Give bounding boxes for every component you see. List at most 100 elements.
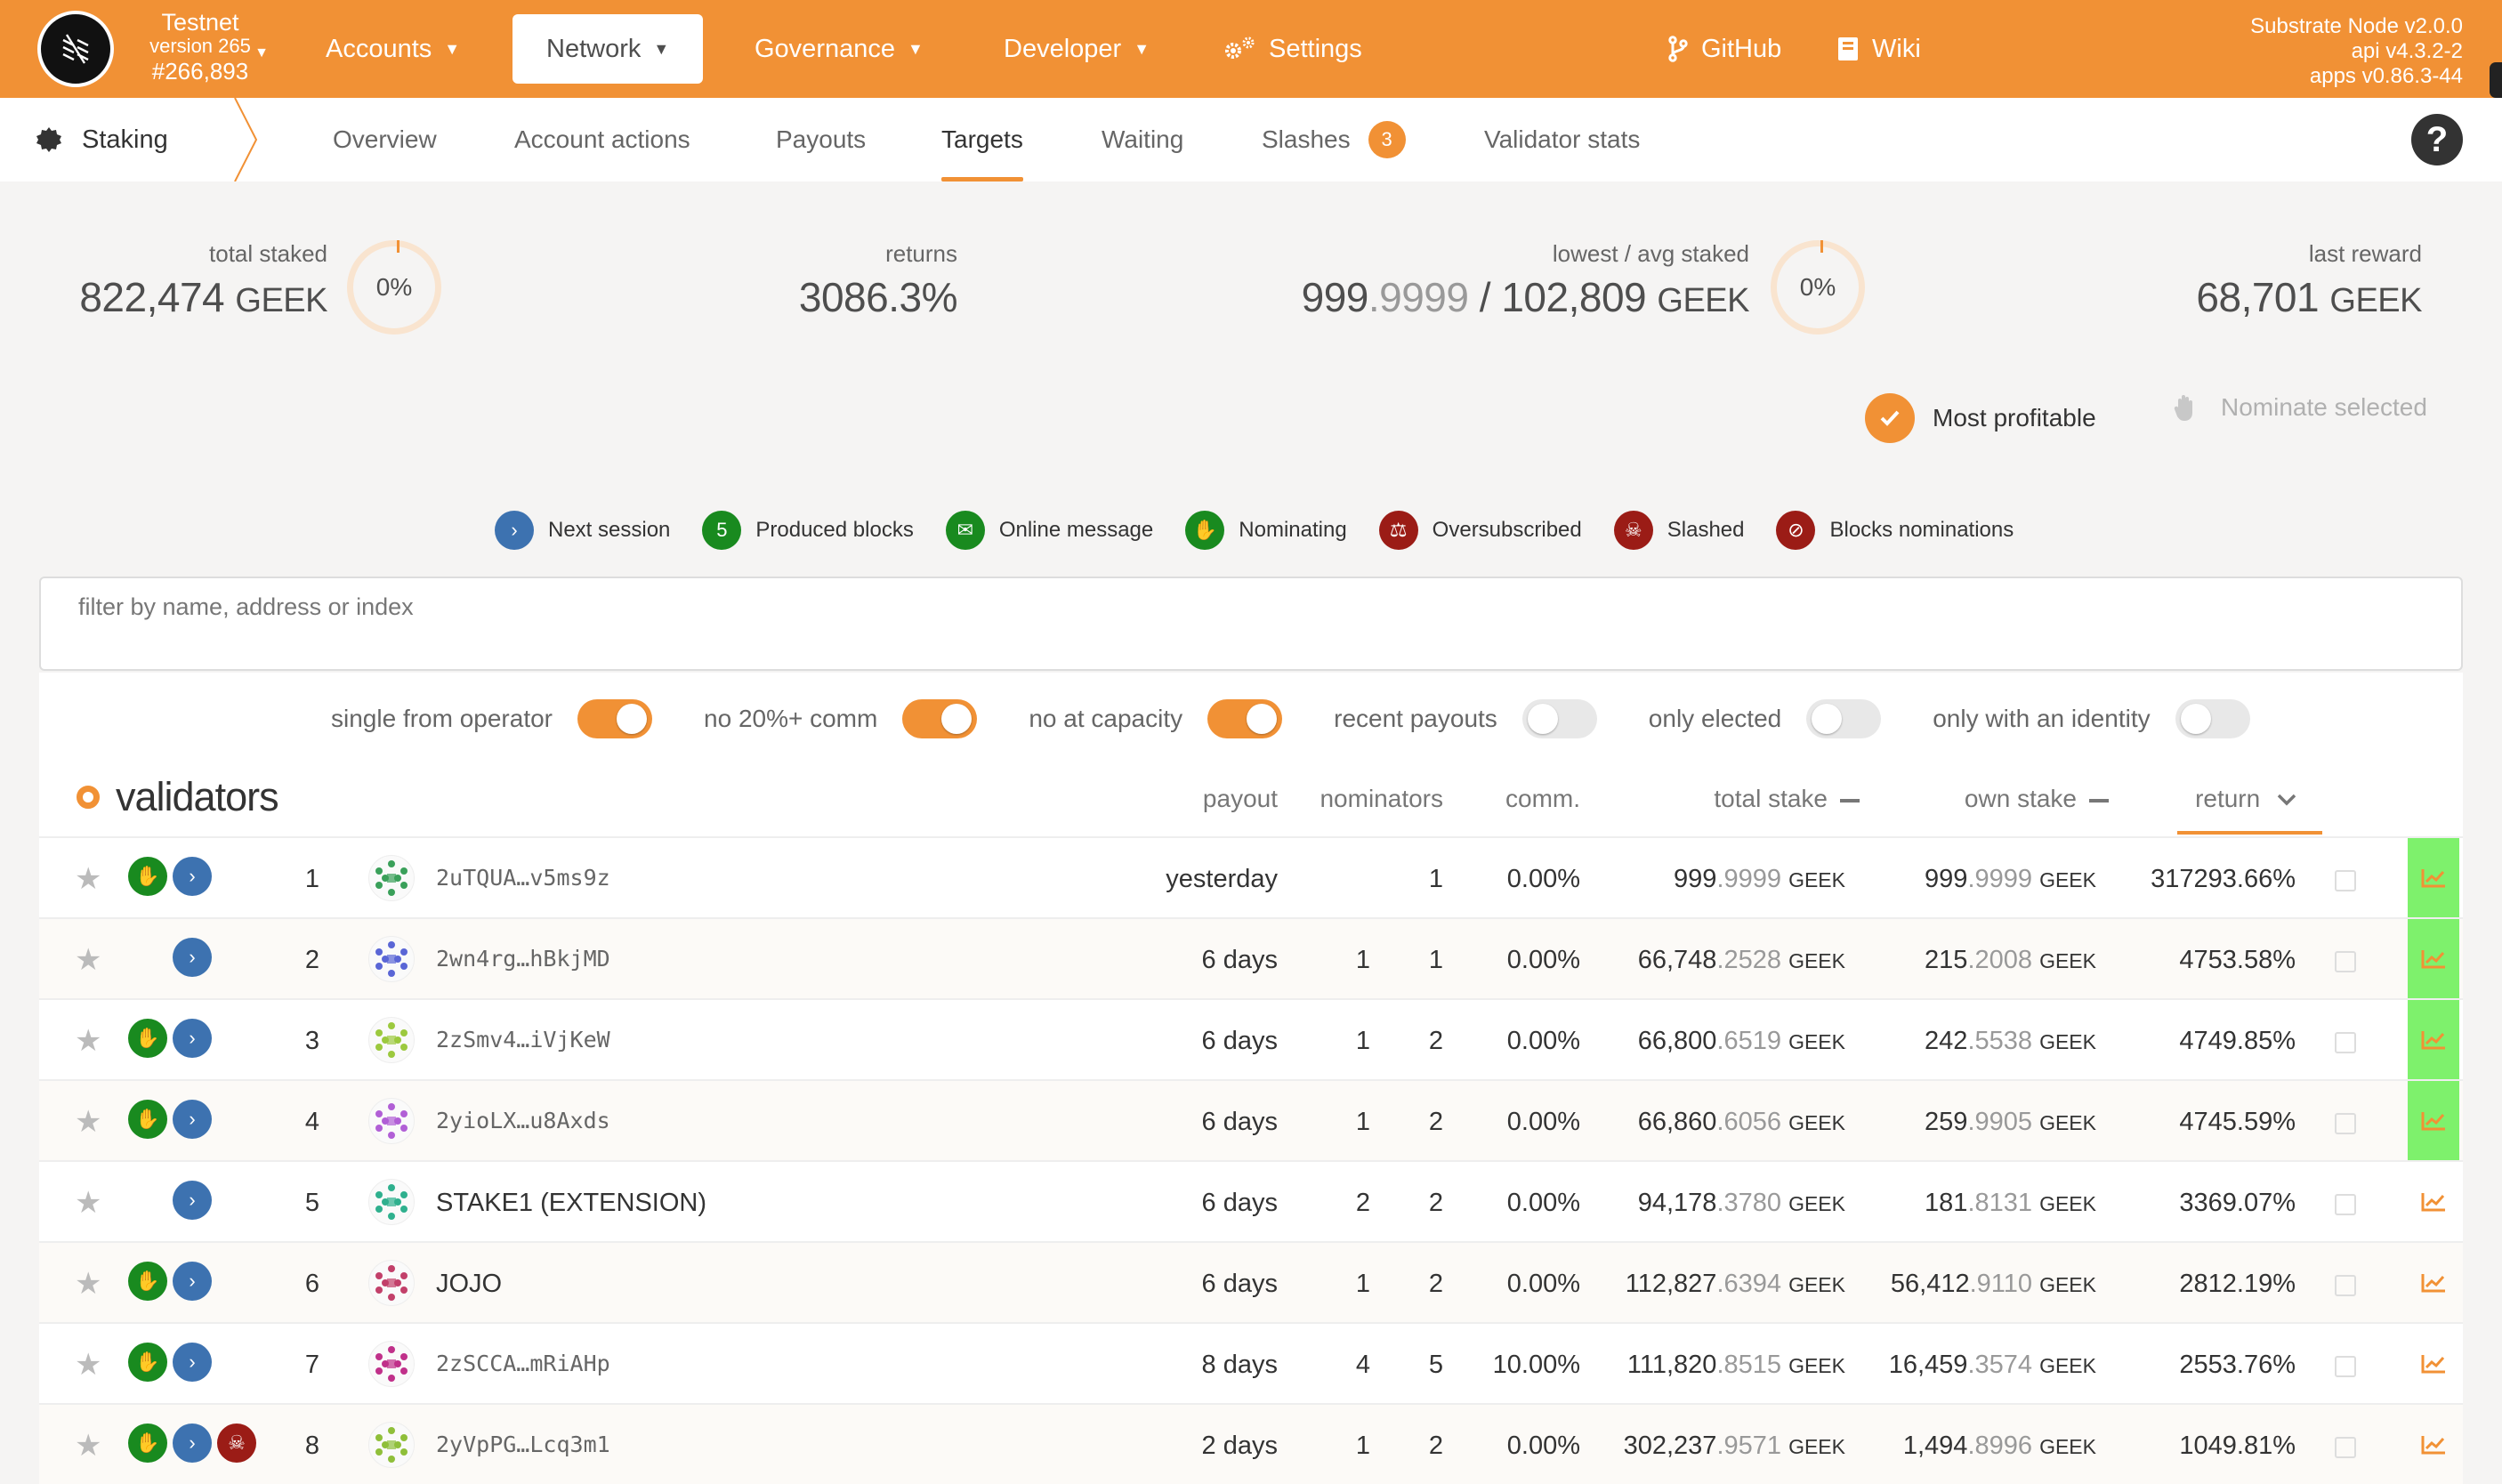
star-icon[interactable]: ★ (75, 1185, 101, 1221)
unit: GEEK (2329, 282, 2422, 319)
identicon-avatar[interactable] (368, 1341, 415, 1387)
validator-name[interactable]: 2yioLX…u8Axds (436, 1108, 610, 1133)
star-icon[interactable]: ★ (75, 1266, 101, 1302)
nav-settings[interactable]: Settings (1223, 14, 1362, 84)
tab-slashes[interactable]: Slashes 3 (1262, 98, 1406, 181)
toggle-single-from-operator[interactable]: single from operator (331, 699, 653, 738)
star-icon[interactable]: ★ (75, 1347, 101, 1383)
toggle-only-with-identity[interactable]: only with an identity (1933, 699, 2250, 738)
chart-link[interactable] (2408, 919, 2459, 998)
legend-label: Online message (998, 518, 1154, 542)
tab-targets[interactable]: Targets (941, 98, 1023, 181)
select-checkbox[interactable] (2335, 1113, 2356, 1134)
validator-name[interactable]: STAKE1 (EXTENSION) (436, 1189, 706, 1218)
payout-value: 6 days (1201, 946, 1278, 974)
column-return[interactable]: return (2177, 785, 2322, 835)
column-total-stake[interactable]: total stake (1714, 785, 1860, 813)
nav-network[interactable]: Network ▼ (513, 14, 704, 84)
toggle-only-elected[interactable]: only elected (1649, 699, 1882, 738)
chevron-right-icon: › (173, 1019, 212, 1058)
chart-link[interactable] (2408, 1000, 2459, 1079)
toggle-no-20-comm[interactable]: no 20%+ comm (704, 699, 978, 738)
validator-name[interactable]: 2yVpPG…Lcq3m1 (436, 1432, 610, 1457)
identicon-avatar[interactable] (368, 1098, 415, 1144)
toggle-recent-payouts[interactable]: recent payouts (1334, 699, 1597, 738)
section-staking[interactable]: Staking (36, 98, 168, 181)
lowest-dec: .9999 (1368, 274, 1469, 320)
own-stake-value: 242.5538 GEEK (1925, 1027, 2096, 1056)
tab-overview[interactable]: Overview (333, 98, 437, 181)
legend-label: Next session (548, 518, 671, 542)
star-icon[interactable]: ★ (75, 1023, 101, 1059)
validator-name[interactable]: JOJO (436, 1270, 502, 1299)
star-icon[interactable]: ★ (75, 942, 101, 978)
star-icon[interactable]: ★ (75, 861, 101, 897)
chain-selector[interactable]: Testnet version 265 #266,893 ▼ (133, 11, 269, 84)
validator-name[interactable]: 2wn4rg…hBkjMD (436, 946, 610, 972)
validator-name[interactable]: 2zSCCA…mRiAHp (436, 1351, 610, 1376)
tab-waiting[interactable]: Waiting (1102, 98, 1183, 181)
tab-account-actions[interactable]: Account actions (514, 98, 690, 181)
column-own-stake[interactable]: own stake (1965, 785, 2109, 813)
most-profitable-button[interactable]: Most profitable (1865, 393, 2096, 443)
nav-governance[interactable]: Governance ▼ (755, 14, 924, 84)
nav-accounts[interactable]: Accounts ▼ (326, 14, 460, 84)
nominators-active: 1 (1355, 1027, 1370, 1055)
toggle-switch[interactable] (577, 699, 653, 738)
identicon-avatar[interactable] (368, 855, 415, 901)
validator-name[interactable]: 2uTQUA…v5ms9z (436, 865, 610, 891)
select-checkbox[interactable] (2335, 951, 2356, 972)
identicon-avatar[interactable] (368, 1179, 415, 1225)
chart-link[interactable] (2408, 1405, 2459, 1484)
status-dot-icon (77, 786, 100, 809)
tab-validator-stats[interactable]: Validator stats (1484, 98, 1640, 181)
chart-link[interactable] (2408, 1081, 2459, 1160)
toggle-switch[interactable] (1521, 699, 1597, 738)
select-checkbox[interactable] (2335, 1032, 2356, 1053)
select-checkbox[interactable] (2335, 870, 2356, 891)
toggle-switch[interactable] (2175, 699, 2250, 738)
filter-input[interactable] (77, 593, 2393, 622)
column-nominators[interactable]: nominators (1320, 785, 1443, 813)
select-checkbox[interactable] (2335, 1194, 2356, 1215)
nav-github[interactable]: GitHub (1667, 14, 1781, 84)
column-commission[interactable]: comm. (1505, 785, 1580, 813)
chart-link[interactable] (2408, 1162, 2459, 1241)
identicon-avatar[interactable] (368, 1017, 415, 1063)
nav-developer[interactable]: Developer ▼ (1004, 14, 1150, 84)
identicon-avatar[interactable] (368, 1260, 415, 1306)
identicon-avatar[interactable] (368, 1422, 415, 1468)
stake-dec: .2008 (1967, 946, 2033, 974)
toggle-switch[interactable] (1207, 699, 1283, 738)
toggle-switch[interactable] (902, 699, 978, 738)
nav-wiki[interactable]: Wiki (1836, 14, 1921, 84)
validator-name[interactable]: 2zSmv4…iVjKeW (436, 1027, 610, 1053)
nominate-selected-button[interactable]: Nominate selected (2167, 393, 2427, 422)
cogs-icon (1225, 36, 1255, 59)
chart-line-icon (2421, 1354, 2445, 1373)
chart-link[interactable] (2408, 838, 2459, 917)
help-icon[interactable]: ? (2411, 114, 2463, 165)
table-row: ★ › 5 STAKE1 (EXTENSION) 6 days 2 2 0.00… (39, 1160, 2463, 1241)
select-checkbox[interactable] (2335, 1437, 2356, 1458)
toggle-no-at-capacity[interactable]: no at capacity (1029, 699, 1283, 738)
select-checkbox[interactable] (2335, 1356, 2356, 1377)
nominators-total: 5 (1428, 1351, 1443, 1379)
chevron-right-icon: › (173, 1262, 212, 1301)
commission-value: 0.00% (1506, 1270, 1580, 1298)
own-stake-value: 259.9905 GEEK (1925, 1108, 2096, 1137)
stake-dec: .5538 (1967, 1027, 2033, 1055)
chain-logo[interactable] (37, 11, 114, 87)
identicon-avatar[interactable] (368, 936, 415, 982)
stake-int: 56,412 (1890, 1270, 1970, 1298)
star-icon[interactable]: ★ (75, 1104, 101, 1140)
chart-link[interactable] (2408, 1243, 2459, 1322)
tab-payouts[interactable]: Payouts (776, 98, 866, 181)
column-payout[interactable]: payout (1203, 785, 1278, 813)
chart-link[interactable] (2408, 1324, 2459, 1403)
toggle-switch[interactable] (1806, 699, 1882, 738)
unit: GEEK (1657, 282, 1749, 319)
commission-value: 0.00% (1506, 865, 1580, 893)
star-icon[interactable]: ★ (75, 1428, 101, 1464)
select-checkbox[interactable] (2335, 1275, 2356, 1296)
